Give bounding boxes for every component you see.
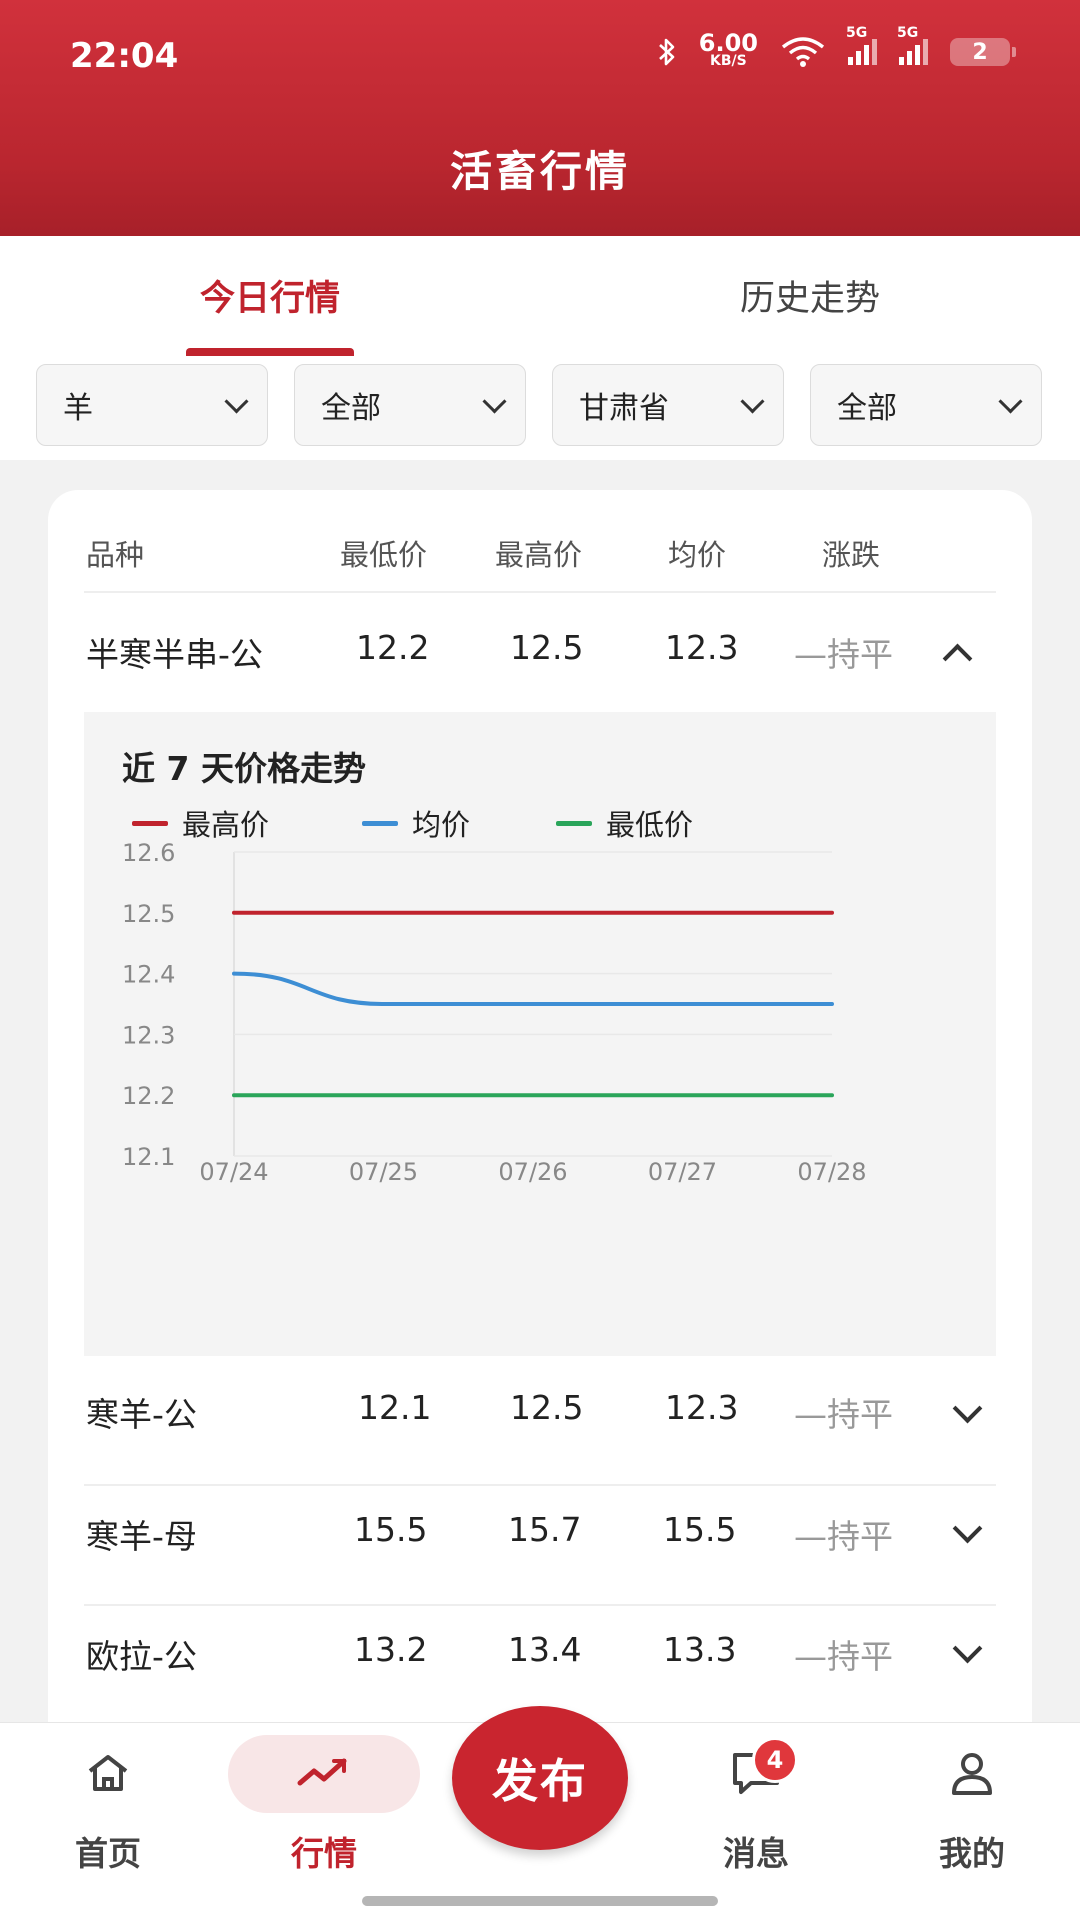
chevron-down-icon: [224, 388, 249, 414]
net-speed-value: 6.00: [698, 29, 758, 57]
row-trend: —持平: [794, 1517, 893, 1556]
chevron-down-icon[interactable]: [952, 1393, 983, 1424]
row-avg: 12.3: [665, 628, 739, 667]
row-name: 寒羊-母: [86, 1517, 197, 1556]
filter-species-value: 羊: [63, 391, 93, 426]
nav-messages-label: 消息: [723, 1834, 789, 1873]
header-max: 最高价: [495, 538, 583, 572]
row-avg: 13.3: [663, 1630, 737, 1669]
x-tick-label: 07/24: [199, 1158, 268, 1186]
user-icon: [952, 1753, 992, 1795]
app-header: 22:04 6.00 KB/S 5G 5G 2 活畜行情: [0, 0, 1080, 236]
y-tick-label: 12.6: [122, 839, 175, 867]
filter-province[interactable]: 甘肃省: [552, 364, 784, 446]
wifi-icon: [781, 37, 825, 67]
status-time: 22:04: [70, 36, 179, 76]
y-tick-label: 12.5: [122, 900, 175, 928]
line-chart-plot: 12.6 12.5 12.4 12.3 12.2 12.1 07/24 07/25 07/26 0…: [122, 839, 867, 1186]
row-max: 12.5: [510, 628, 584, 667]
filter-breed-value: 全部: [321, 391, 381, 426]
message-badge: 4: [752, 1737, 798, 1783]
row-trend: —持平: [794, 1395, 893, 1434]
signal-icon: 5G: [846, 25, 877, 65]
divider: [84, 591, 996, 593]
row-name: 寒羊-公: [86, 1395, 197, 1434]
row-min: 12.1: [358, 1388, 432, 1427]
y-tick-label: 12.3: [122, 1021, 175, 1049]
row-trend: —持平: [794, 635, 893, 674]
publish-button[interactable]: 发布: [452, 1706, 628, 1850]
nav-market[interactable]: 行情: [224, 1723, 424, 1903]
home-icon: [88, 1755, 128, 1791]
row-avg: 15.5: [663, 1510, 737, 1549]
row-trend: —持平: [794, 1637, 893, 1676]
signal-1-label: 5G: [846, 25, 868, 41]
filter-city[interactable]: 全部: [810, 364, 1042, 446]
tab-bar: 今日行情 历史走势: [0, 236, 1080, 356]
nav-market-label: 行情: [291, 1834, 357, 1873]
row-max: 13.4: [508, 1630, 582, 1669]
chevron-down-icon: [998, 388, 1023, 414]
row-min: 12.2: [356, 628, 430, 667]
row-name: 半寒半串-公: [86, 635, 263, 674]
net-speed-unit: KB/S: [710, 53, 747, 69]
tab-history[interactable]: 历史走势: [660, 270, 960, 321]
header-species: 品种: [86, 538, 145, 572]
home-indicator[interactable]: [362, 1896, 718, 1906]
price-trend-chart: 近 7 天价格走势 最高价 均价 最低价 12.6 12.5 12.4 12.3 12.…: [84, 712, 996, 1356]
net-speed: 6.00 KB/S: [698, 29, 758, 70]
y-tick-label: 12.4: [122, 961, 175, 989]
battery-icon: 2: [950, 38, 1016, 66]
x-tick-label: 07/28: [797, 1158, 866, 1186]
x-tick-label: 07/27: [648, 1158, 717, 1186]
table-row[interactable]: 寒羊-公 12.1 12.5 12.3 —持平: [48, 1356, 1032, 1474]
y-tick-label: 12.2: [122, 1082, 175, 1110]
status-icons: 6.00 KB/S 5G 5G 2: [657, 25, 1016, 70]
table-header: 品种 最低价 最高价 均价 涨跌: [48, 490, 1032, 592]
filter-bar: 羊 全部 甘肃省 全部: [0, 356, 1080, 460]
row-avg: 12.3: [665, 1388, 739, 1427]
signal-icon: 5G: [897, 25, 928, 65]
table-row[interactable]: 半寒半串-公 12.2 12.5 12.3 —持平: [48, 594, 1032, 712]
filter-city-value: 全部: [837, 391, 897, 426]
row-min: 13.2: [354, 1630, 428, 1669]
series-line: [232, 971, 834, 1006]
signal-2-label: 5G: [897, 25, 919, 41]
chevron-down-icon: [740, 388, 765, 414]
battery-level: 2: [972, 39, 988, 65]
nav-home-label: 首页: [75, 1834, 141, 1873]
table-row[interactable]: 寒羊-母 15.5 15.7 15.5 —持平: [48, 1486, 1032, 1604]
chevron-down-icon[interactable]: [952, 1513, 983, 1544]
header-change: 涨跌: [822, 538, 881, 572]
chevron-up-icon[interactable]: [942, 643, 973, 674]
row-min: 15.5: [354, 1510, 428, 1549]
header-avg: 均价: [668, 538, 727, 572]
chevron-down-icon: [482, 388, 507, 414]
x-tick-label: 07/26: [498, 1158, 567, 1186]
header-min: 最低价: [340, 538, 428, 572]
page-title: 活畜行情: [449, 147, 630, 196]
nav-mine[interactable]: 我的: [872, 1723, 1072, 1903]
tab-today[interactable]: 今日行情: [120, 270, 420, 321]
nav-home[interactable]: 首页: [8, 1723, 208, 1903]
filter-species[interactable]: 羊: [36, 364, 268, 446]
nav-mine-label: 我的: [939, 1834, 1005, 1873]
trend-icon: [297, 1758, 347, 1786]
chevron-down-icon[interactable]: [952, 1633, 983, 1664]
bluetooth-icon: [658, 38, 675, 66]
x-tick-label: 07/25: [349, 1158, 418, 1186]
filter-province-value: 甘肃省: [579, 391, 669, 426]
y-tick-label: 12.1: [122, 1143, 175, 1171]
price-table-card: 品种 最低价 最高价 均价 涨跌 半寒半串-公 12.2 12.5 12.3 —…: [48, 490, 1032, 1790]
row-max: 12.5: [510, 1388, 584, 1427]
row-max: 15.7: [508, 1510, 582, 1549]
tab-active-indicator: [186, 348, 354, 356]
filter-breed[interactable]: 全部: [294, 364, 526, 446]
row-name: 欧拉-公: [86, 1637, 197, 1676]
